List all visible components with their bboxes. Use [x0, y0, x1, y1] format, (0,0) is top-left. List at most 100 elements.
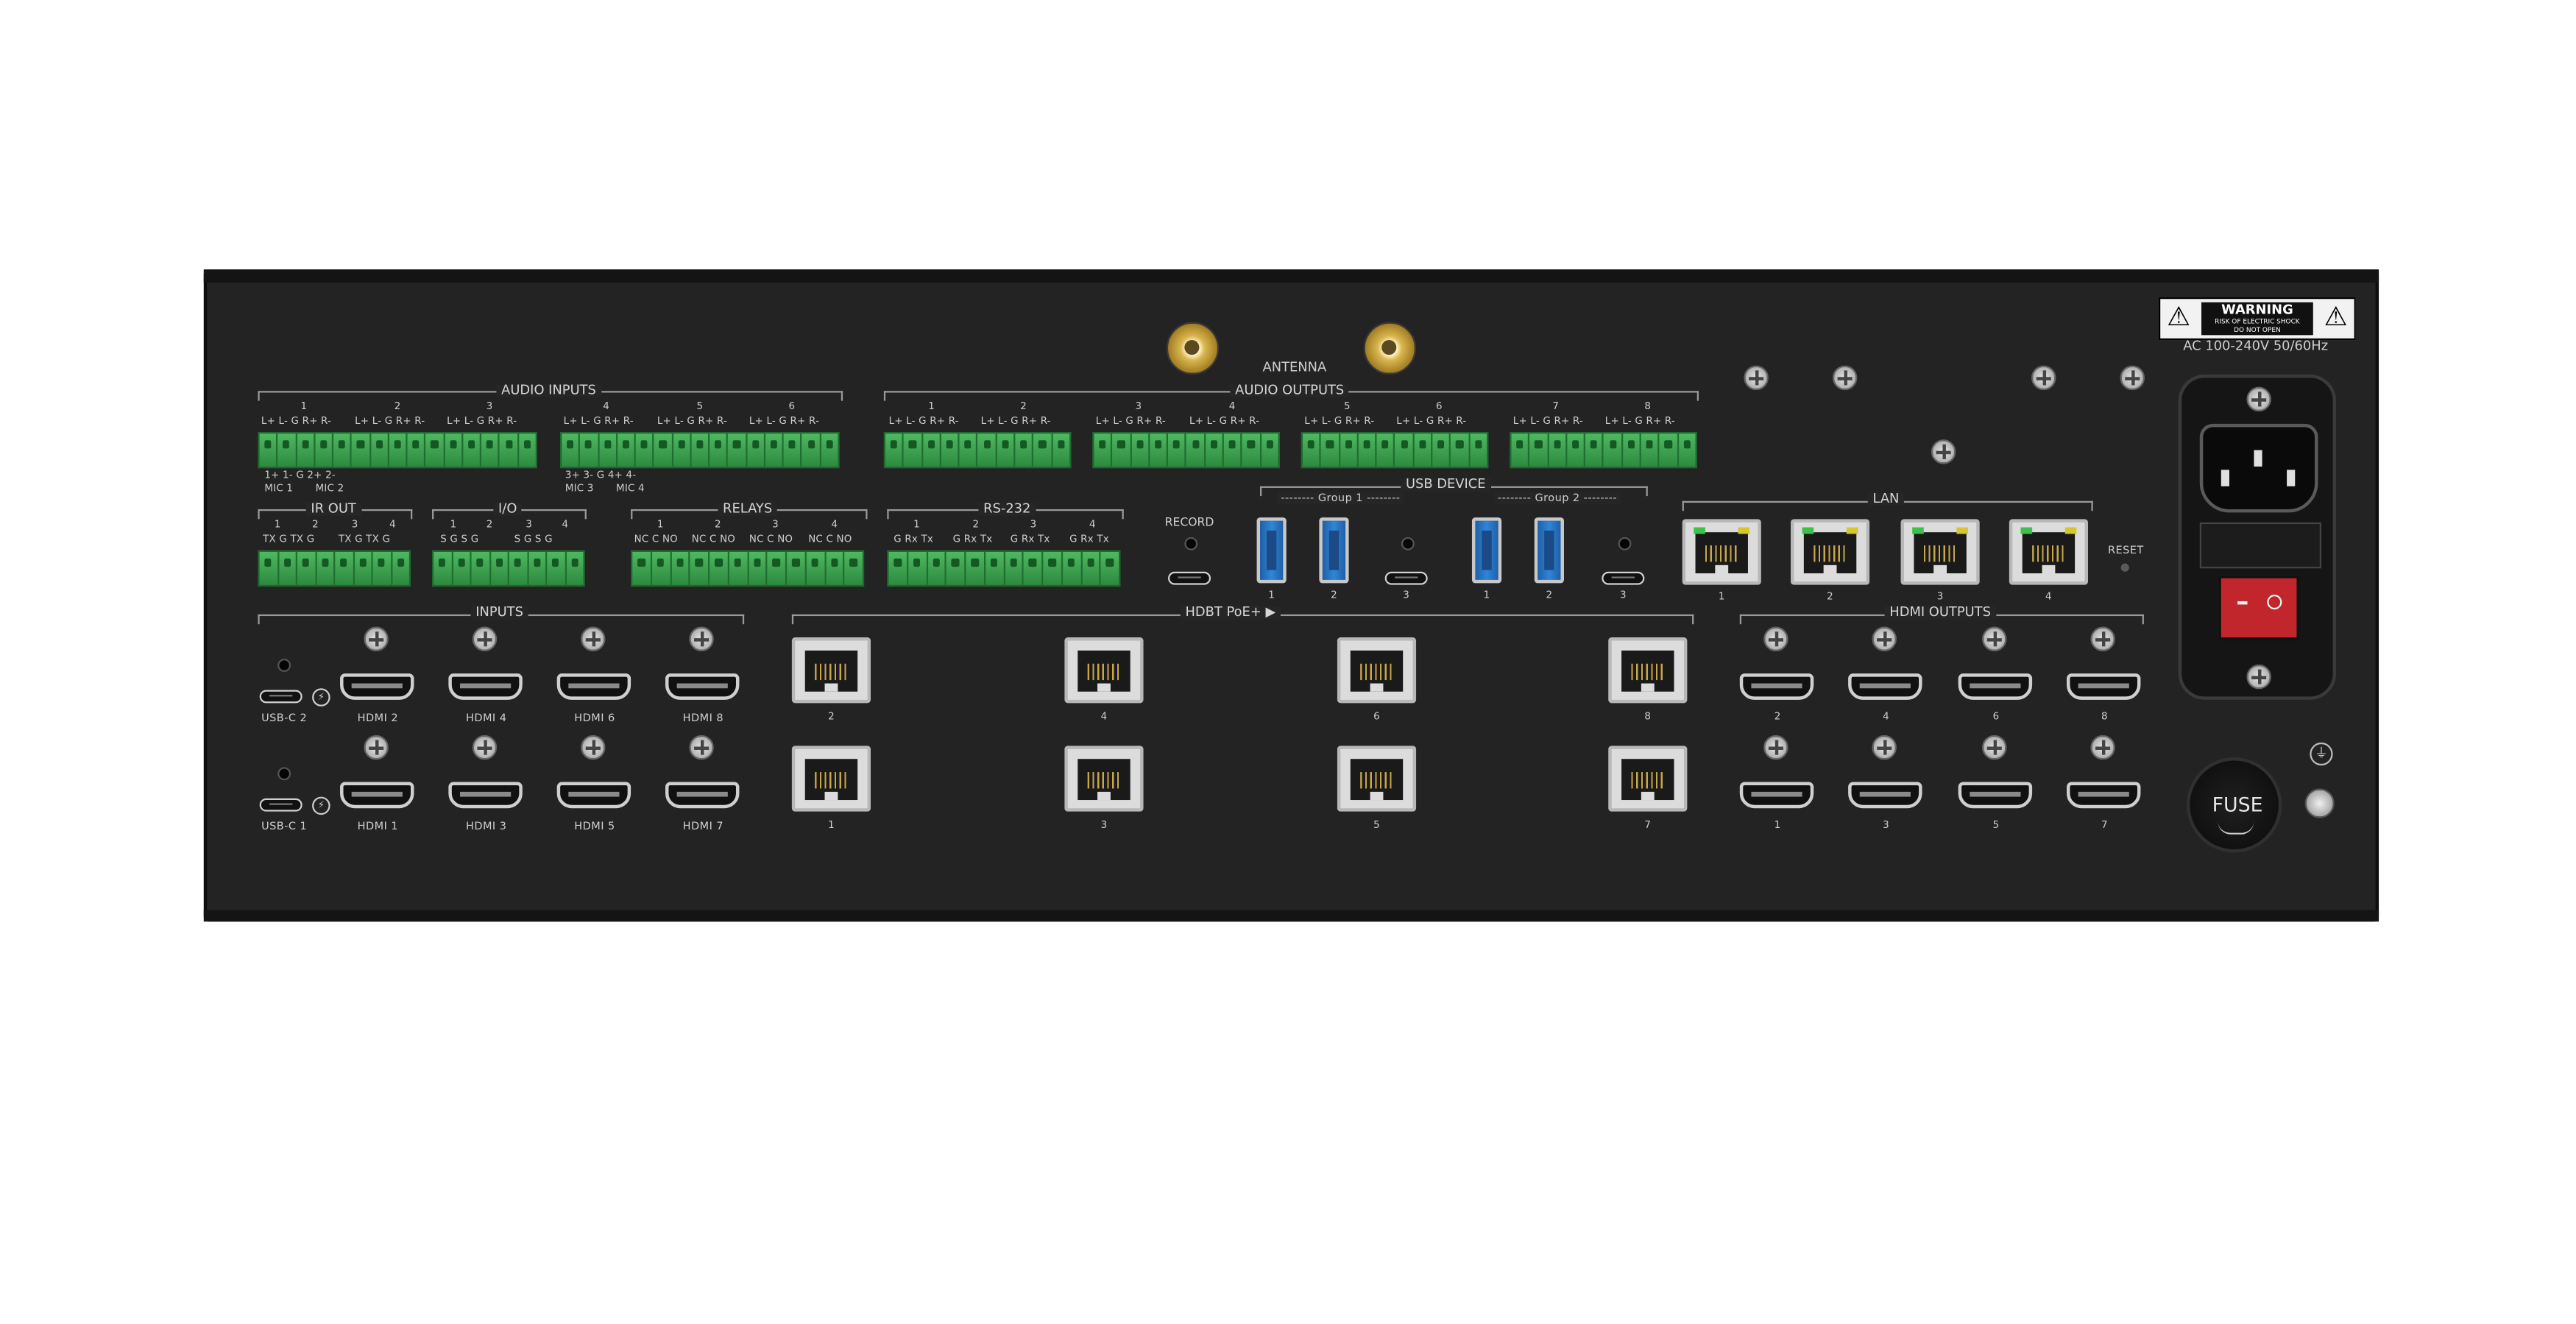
panel-screw-5: [1931, 439, 1956, 464]
hdmi-out-7-port[interactable]: [2066, 782, 2141, 809]
usb-group-2-text: Group 2: [1535, 491, 1580, 505]
hdmi-in-2-port[interactable]: [340, 673, 414, 700]
audio-output-channel-6: 6: [1435, 400, 1443, 413]
usb-c-1-label: USB-C 1: [261, 819, 308, 833]
hdbt-port-4[interactable]: [1064, 637, 1144, 704]
lan-port-1[interactable]: [1682, 519, 1761, 585]
hdmi-in-3-port[interactable]: [448, 782, 523, 809]
hdmi-out-1-port[interactable]: [1739, 782, 1814, 809]
hdmi-in-5-port[interactable]: [556, 782, 631, 809]
usb-a-port-g1-1[interactable]: [1256, 517, 1287, 584]
audio-output-terminal-3-4[interactable]: [1092, 432, 1280, 469]
inlet-pin-center: [2254, 450, 2262, 467]
antenna-connector-1[interactable]: [1166, 322, 1220, 375]
mic-3-label: MIC 3: [565, 483, 594, 495]
reset-button[interactable]: [2120, 563, 2129, 572]
rs232-channel-2: 2: [972, 519, 980, 531]
hdmi-out-3-label: 3: [1883, 819, 1889, 832]
audio-output-terminal-7-8[interactable]: [1510, 432, 1697, 469]
audio-output-pins-1: L+ L- G R+ R-: [888, 415, 959, 428]
usb-c-2-label: USB-C 2: [261, 711, 308, 725]
reset-label: RESET: [2107, 543, 2144, 557]
hdmi-in-7-label: HDMI 7: [682, 819, 724, 833]
usb-c-port-g2-3[interactable]: [1602, 571, 1645, 585]
hdmi-out-1-screw: [1763, 734, 1788, 760]
power-module-screw-top: [2246, 386, 2271, 412]
hdbt-port-1[interactable]: [791, 746, 871, 812]
hdbt-port-3[interactable]: [1064, 746, 1144, 812]
hdbt-port-6[interactable]: [1337, 637, 1417, 704]
ground-screw[interactable]: [2304, 788, 2335, 818]
hdbt-port-7-label: 7: [1644, 819, 1652, 832]
ir-out-terminal[interactable]: [258, 550, 411, 587]
hdmi-in-1-port[interactable]: [340, 782, 414, 809]
hdmi-in-6-port[interactable]: [556, 673, 631, 700]
audio-input-terminal-1-3[interactable]: [258, 432, 537, 469]
usb-c-2-port[interactable]: [259, 690, 302, 704]
audio-input-pins-4: L+ L- G R+ R-: [563, 415, 634, 428]
io-title: I/O: [493, 502, 523, 516]
usb-a-port-g2-2[interactable]: [1534, 517, 1564, 584]
hdmi-out-6-port[interactable]: [1958, 673, 2033, 700]
hdmi-out-4-label: 4: [1883, 711, 1889, 723]
inlet-pin-right: [2287, 470, 2296, 486]
hdbt-port-8[interactable]: [1608, 637, 1688, 704]
relay-pins-2: NC C NO: [691, 534, 736, 546]
audio-input-terminal-4-6[interactable]: [560, 432, 840, 469]
io-channel-3: 3: [526, 519, 533, 531]
warning-title: WARNING: [2221, 302, 2293, 317]
hdmi-6-screw: [581, 626, 606, 652]
io-terminal[interactable]: [432, 550, 585, 587]
usb-c-2-power-icon: ⚡: [312, 688, 330, 707]
lan-port-4[interactable]: [2009, 519, 2088, 585]
record-button-hole[interactable]: [1184, 537, 1198, 551]
rs232-pins-1: G Rx Tx: [894, 534, 934, 546]
usb-g2-indicator: [1618, 537, 1632, 551]
hdmi-out-8-label: 8: [2101, 711, 2108, 723]
fuse-arrow-icon: [2218, 821, 2254, 835]
hdmi-out-5-port[interactable]: [1958, 782, 2033, 809]
panel-screw-1: [1744, 365, 1769, 391]
hdmi-in-6-label: HDMI 6: [574, 711, 615, 725]
iec-power-inlet[interactable]: [2199, 423, 2318, 513]
hdmi-in-5-label: HDMI 5: [574, 819, 615, 833]
fuse-holder[interactable]: FUSE: [2186, 757, 2282, 853]
audio-output-pins-5: L+ L- G R+ R-: [1304, 415, 1375, 428]
audio-output-channel-4: 4: [1228, 400, 1236, 413]
hdbt-port-4-label: 4: [1100, 711, 1108, 723]
hdmi-in-1-label: HDMI 1: [357, 819, 399, 833]
warning-line2: DO NOT OPEN: [2234, 325, 2281, 334]
hdmi-out-3-port[interactable]: [1848, 782, 1922, 809]
hdmi-out-2-port[interactable]: [1739, 673, 1814, 700]
lan-port-3[interactable]: [1900, 519, 1980, 585]
hdbt-port-7[interactable]: [1608, 746, 1688, 812]
audio-input-channel-1: 1: [300, 400, 308, 413]
audio-output-terminal-5-6[interactable]: [1301, 432, 1489, 469]
rs232-pins-3: G Rx Tx: [1010, 534, 1050, 546]
audio-output-terminal-1-2[interactable]: [883, 432, 1072, 469]
hdmi-2-screw: [364, 626, 389, 652]
usb-a-port-g1-2[interactable]: [1319, 517, 1349, 584]
record-usb-c-port[interactable]: [1168, 571, 1211, 585]
usb-g1-port-1-label: 1: [1268, 590, 1275, 601]
ir-out-title: IR OUT: [305, 502, 361, 516]
hdmi-out-4-port[interactable]: [1848, 673, 1922, 700]
hdbt-port-5[interactable]: [1337, 746, 1417, 812]
hdbt-port-2[interactable]: [791, 637, 871, 704]
usb-a-port-g2-1[interactable]: [1471, 517, 1502, 584]
audio-input-channel-4: 4: [603, 400, 610, 413]
warning-label: ⚠ ⚠ WARNING RISK OF ELECTRIC SHOCK DO NO…: [2158, 297, 2356, 341]
antenna-connector-2[interactable]: [1363, 322, 1417, 375]
hdmi-in-4-port[interactable]: [448, 673, 523, 700]
hdmi-in-8-port[interactable]: [665, 673, 740, 700]
usb-c-port-g1-3[interactable]: [1384, 571, 1428, 585]
audio-input-pins-5: L+ L- G R+ R-: [657, 415, 728, 428]
usb-c-1-port[interactable]: [259, 798, 302, 812]
relays-terminal[interactable]: [631, 550, 865, 587]
hdmi-in-7-port[interactable]: [665, 782, 740, 809]
audio-output-channel-5: 5: [1343, 400, 1351, 413]
lan-port-2[interactable]: [1790, 519, 1870, 585]
hdmi-out-8-port[interactable]: [2066, 673, 2141, 700]
rs232-terminal[interactable]: [887, 550, 1121, 587]
power-switch[interactable]: [2218, 575, 2300, 641]
